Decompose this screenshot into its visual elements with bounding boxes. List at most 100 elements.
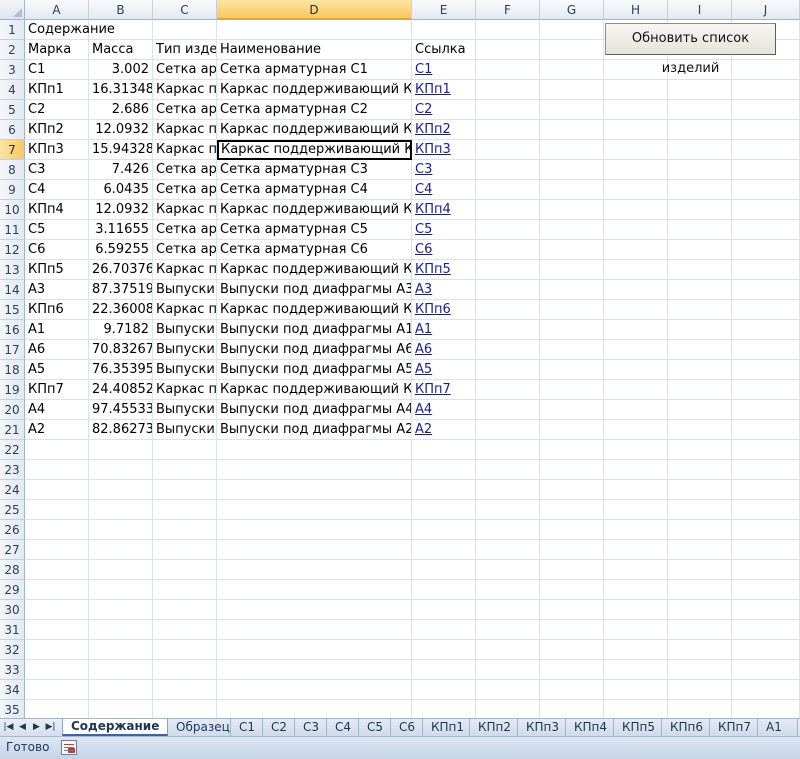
empty-cell[interactable]	[25, 580, 89, 600]
row-header[interactable]: 16	[0, 320, 25, 340]
empty-cell[interactable]	[153, 20, 217, 40]
empty-cell[interactable]	[540, 360, 604, 380]
empty-cell[interactable]	[540, 660, 604, 680]
cell-c[interactable]: Каркас поддерживающий	[153, 200, 217, 220]
row-header[interactable]: 27	[0, 540, 25, 560]
cell-a[interactable]: С1	[25, 60, 89, 80]
empty-cell[interactable]	[668, 280, 732, 300]
empty-cell[interactable]	[89, 520, 153, 540]
empty-cell[interactable]	[732, 140, 800, 160]
empty-cell[interactable]	[732, 240, 800, 260]
empty-cell[interactable]	[732, 180, 800, 200]
empty-cell[interactable]	[412, 460, 476, 480]
row-header[interactable]: 9	[0, 180, 25, 200]
empty-cell[interactable]	[153, 540, 217, 560]
empty-cell[interactable]	[604, 620, 668, 640]
cell-b[interactable]: 3.002	[89, 60, 153, 80]
empty-cell[interactable]	[412, 600, 476, 620]
empty-cell[interactable]	[540, 540, 604, 560]
empty-cell[interactable]	[732, 160, 800, 180]
empty-cell[interactable]	[476, 100, 540, 120]
sheet-tab[interactable]: Образец	[168, 719, 231, 736]
sheet-tab[interactable]: А1	[758, 719, 798, 736]
empty-cell[interactable]	[604, 300, 668, 320]
cell-a[interactable]: Марка	[25, 40, 89, 60]
empty-cell[interactable]	[540, 220, 604, 240]
empty-cell[interactable]	[217, 620, 412, 640]
hyperlink-cell[interactable]: КПп4	[412, 200, 476, 220]
empty-cell[interactable]	[540, 80, 604, 100]
empty-cell[interactable]	[604, 680, 668, 700]
empty-cell[interactable]	[540, 340, 604, 360]
empty-cell[interactable]	[89, 560, 153, 580]
row-header[interactable]: 10	[0, 200, 25, 220]
empty-cell[interactable]	[89, 600, 153, 620]
empty-cell[interactable]	[540, 60, 604, 80]
empty-cell[interactable]	[732, 100, 800, 120]
row-header[interactable]: 28	[0, 560, 25, 580]
empty-cell[interactable]	[668, 680, 732, 700]
cell-a[interactable]: А2	[25, 420, 89, 440]
empty-cell[interactable]	[732, 440, 800, 460]
sheet-tab[interactable]: КПп5	[614, 719, 662, 736]
cell-c[interactable]: Выпуски под диафрагмы	[153, 320, 217, 340]
cell-c[interactable]: Выпуски под диафрагмы	[153, 280, 217, 300]
cell-a[interactable]: С6	[25, 240, 89, 260]
cell-b[interactable]: 15.94328	[89, 140, 153, 160]
empty-cell[interactable]	[604, 600, 668, 620]
empty-cell[interactable]	[732, 400, 800, 420]
empty-cell[interactable]	[732, 660, 800, 680]
empty-cell[interactable]	[476, 340, 540, 360]
empty-cell[interactable]	[476, 520, 540, 540]
empty-cell[interactable]	[540, 400, 604, 420]
cell-a[interactable]: А4	[25, 400, 89, 420]
empty-cell[interactable]	[153, 620, 217, 640]
empty-cell[interactable]	[668, 360, 732, 380]
empty-cell[interactable]	[732, 120, 800, 140]
hyperlink-cell[interactable]: КПп1	[412, 80, 476, 100]
empty-cell[interactable]	[476, 160, 540, 180]
row-header[interactable]: 23	[0, 460, 25, 480]
sheet-tab[interactable]: С4	[327, 719, 359, 736]
empty-cell[interactable]	[732, 580, 800, 600]
empty-cell[interactable]	[732, 220, 800, 240]
empty-cell[interactable]	[412, 440, 476, 460]
cell-c[interactable]: Каркас поддерживающий	[153, 300, 217, 320]
empty-cell[interactable]	[89, 660, 153, 680]
empty-cell[interactable]	[217, 520, 412, 540]
empty-cell[interactable]	[604, 200, 668, 220]
row-header[interactable]: 2	[0, 40, 25, 60]
empty-cell[interactable]	[217, 560, 412, 580]
empty-cell[interactable]	[412, 20, 476, 40]
empty-cell[interactable]	[476, 200, 540, 220]
empty-cell[interactable]	[476, 560, 540, 580]
empty-cell[interactable]	[89, 620, 153, 640]
empty-cell[interactable]	[476, 640, 540, 660]
empty-cell[interactable]	[412, 660, 476, 680]
empty-cell[interactable]	[476, 20, 540, 40]
sheet-tab[interactable]: КПп4	[566, 719, 614, 736]
empty-cell[interactable]	[668, 140, 732, 160]
cell-a[interactable]: КПп2	[25, 120, 89, 140]
hyperlink-cell[interactable]: А4	[412, 400, 476, 420]
empty-cell[interactable]	[732, 620, 800, 640]
empty-cell[interactable]	[668, 160, 732, 180]
empty-cell[interactable]	[89, 700, 153, 718]
empty-cell[interactable]	[604, 520, 668, 540]
empty-cell[interactable]	[668, 200, 732, 220]
hyperlink-cell[interactable]: А5	[412, 360, 476, 380]
hyperlink-cell[interactable]: КПп7	[412, 380, 476, 400]
row-header[interactable]: 17	[0, 340, 25, 360]
cell-c[interactable]: Каркас поддерживающий	[153, 260, 217, 280]
empty-cell[interactable]	[540, 440, 604, 460]
empty-cell[interactable]	[25, 480, 89, 500]
empty-cell[interactable]	[540, 640, 604, 660]
row-header[interactable]: 21	[0, 420, 25, 440]
empty-cell[interactable]	[668, 240, 732, 260]
empty-cell[interactable]	[476, 680, 540, 700]
row-header[interactable]: 15	[0, 300, 25, 320]
empty-cell[interactable]	[668, 500, 732, 520]
empty-cell[interactable]	[604, 80, 668, 100]
empty-cell[interactable]	[604, 260, 668, 280]
column-header-j[interactable]: J	[732, 0, 800, 20]
